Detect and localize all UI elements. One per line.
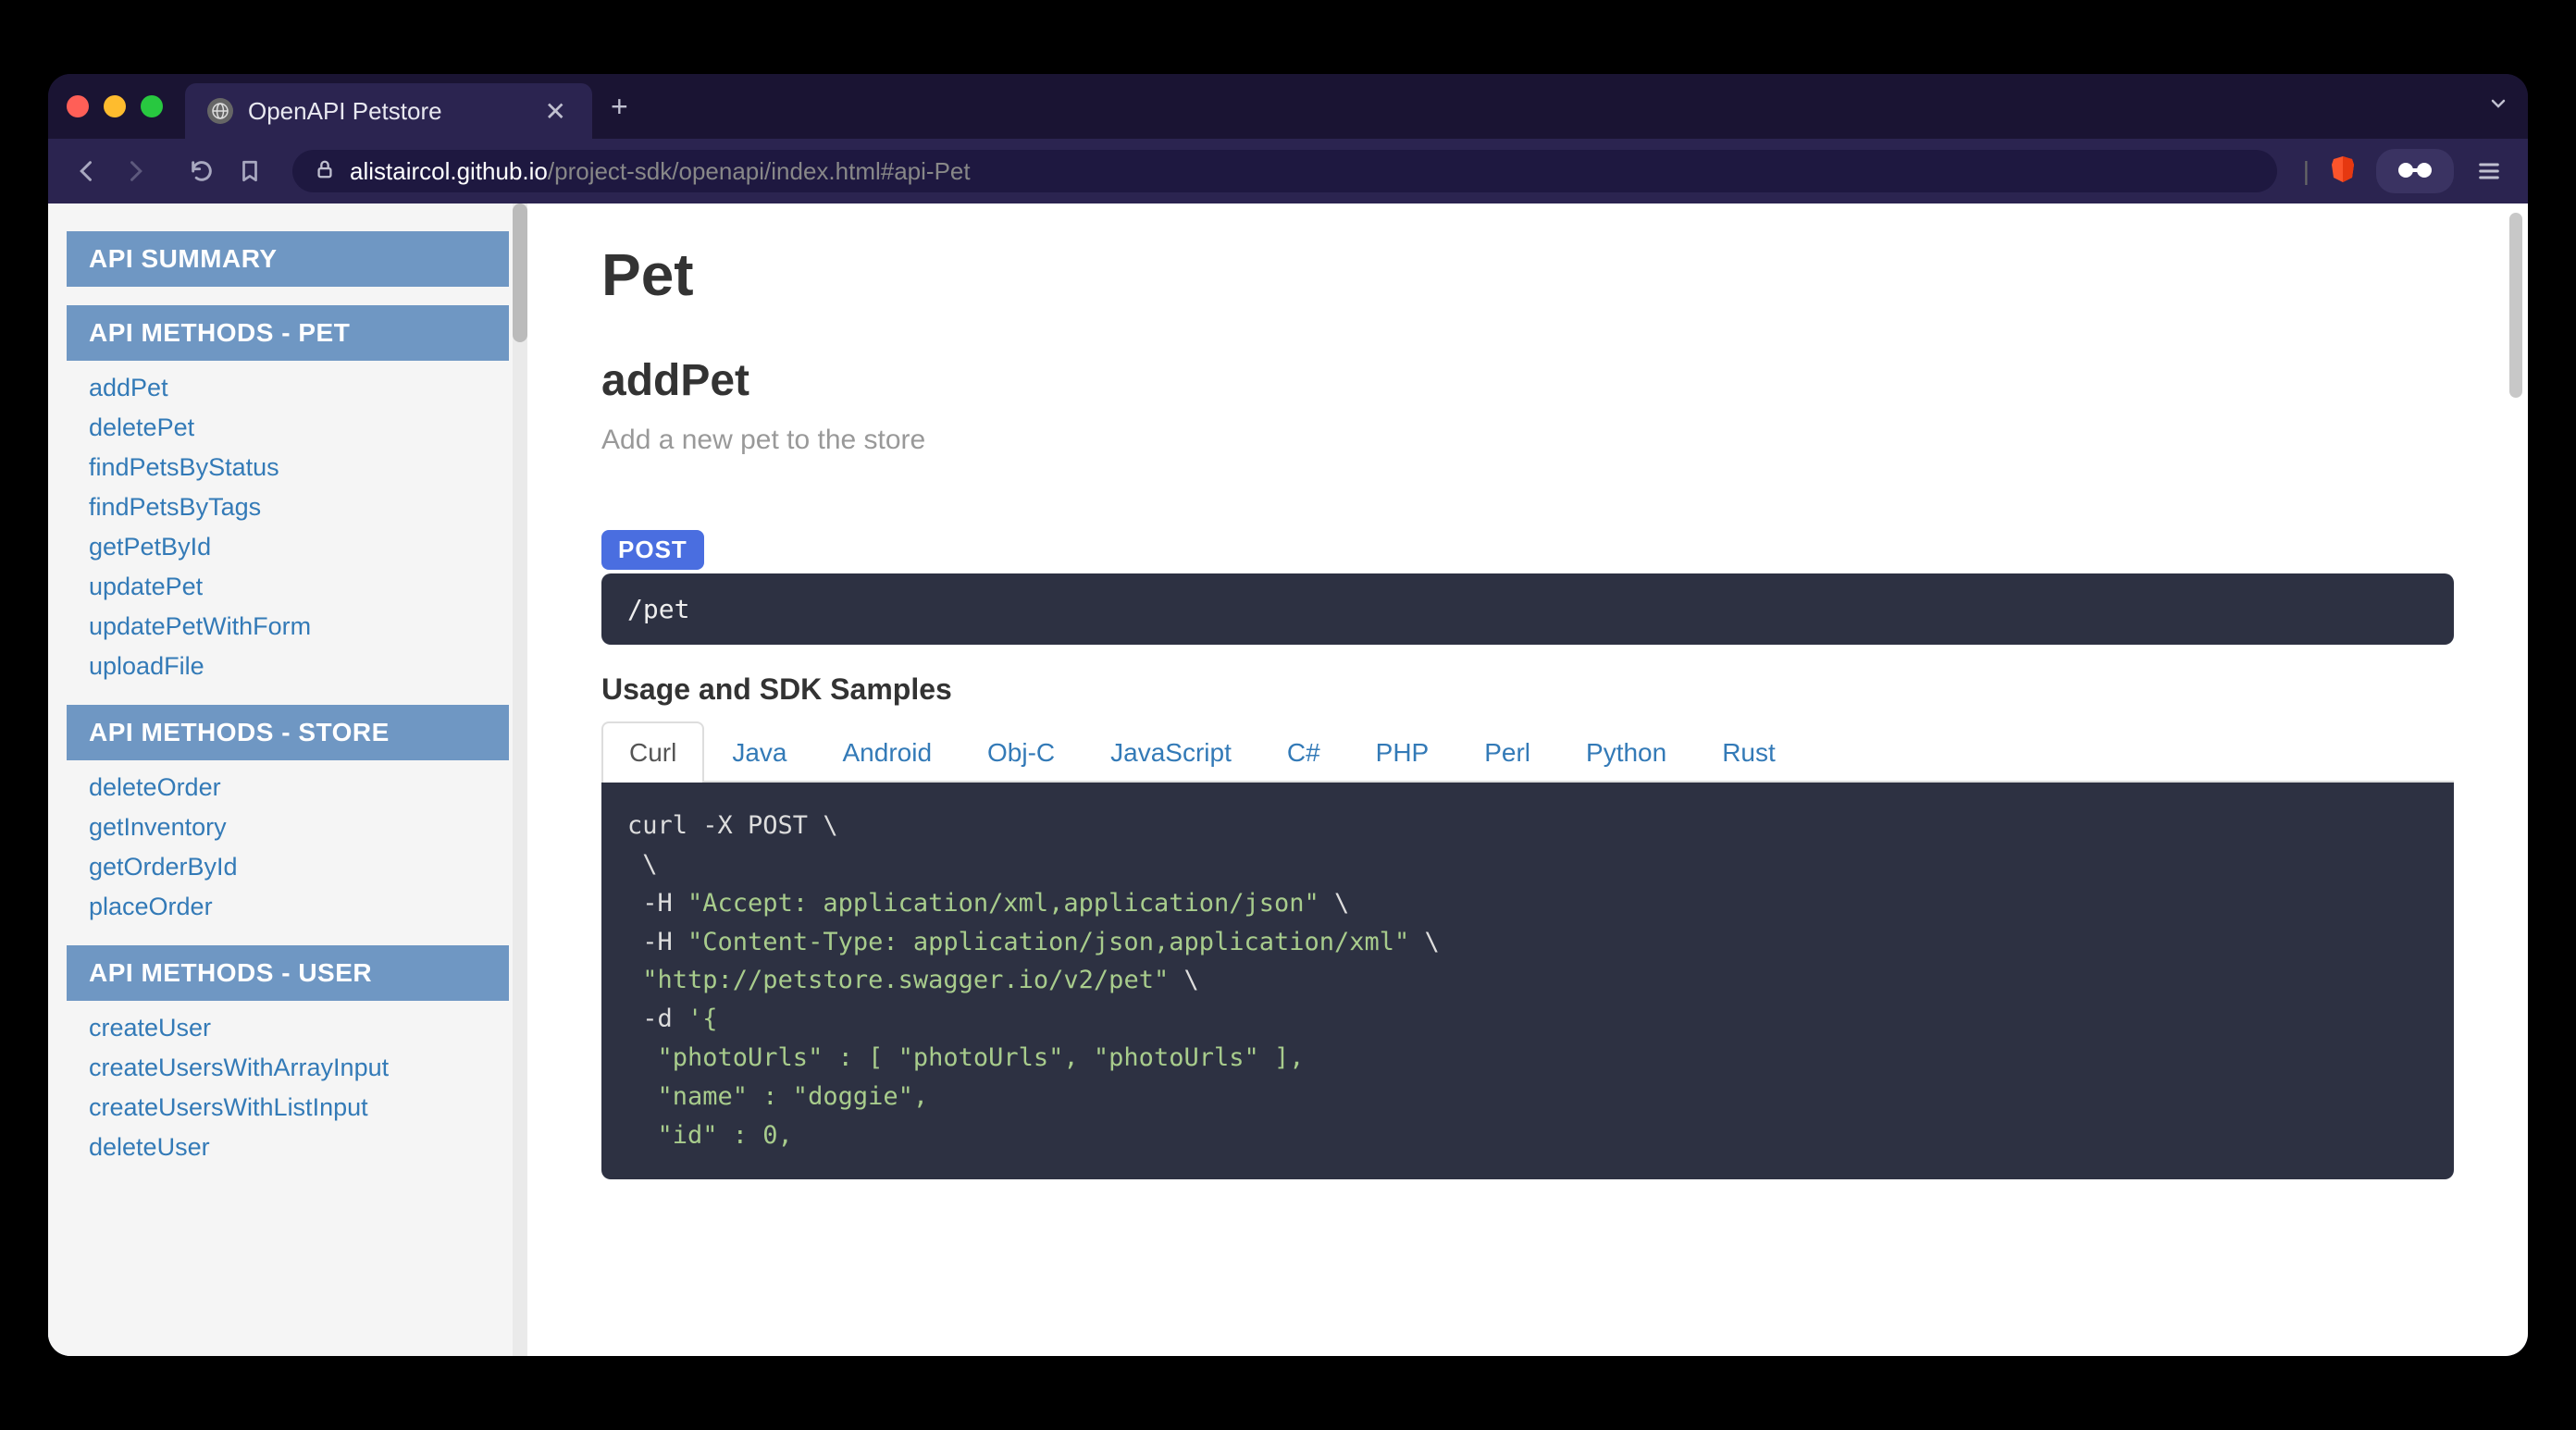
sidebar-scrollbar[interactable] <box>513 203 527 1356</box>
sidebar[interactable]: API SUMMARY API METHODS - PET addPet del… <box>48 203 527 1356</box>
forward-button[interactable] <box>118 154 152 188</box>
sidebar-item[interactable]: uploadFile <box>67 647 509 686</box>
bookmark-button[interactable] <box>233 154 266 188</box>
main-content[interactable]: Pet addPet Add a new pet to the store PO… <box>527 203 2528 1356</box>
sidebar-item[interactable]: createUser <box>67 1008 509 1048</box>
sidebar-item[interactable]: addPet <box>67 368 509 408</box>
new-tab-button[interactable]: + <box>611 90 628 124</box>
code-tabs: Curl Java Android Obj-C JavaScript C# PH… <box>601 721 2454 783</box>
http-method-badge: POST <box>601 530 704 570</box>
browser-tab[interactable]: OpenAPI Petstore ✕ <box>185 83 592 139</box>
browser-window: OpenAPI Petstore ✕ + alistaircol.github.… <box>48 74 2528 1356</box>
sidebar-item[interactable]: getPetById <box>67 527 509 567</box>
browser-toolbar: alistaircol.github.io/project-sdk/openap… <box>48 139 2528 203</box>
glasses-icon <box>2395 156 2435 186</box>
titlebar: OpenAPI Petstore ✕ + <box>48 74 2528 139</box>
code-tab-rust[interactable]: Rust <box>1694 721 1803 783</box>
page-content: API SUMMARY API METHODS - PET addPet del… <box>48 203 2528 1356</box>
back-button[interactable] <box>70 154 104 188</box>
code-sample: curl -X POST \ \ -H "Accept: application… <box>601 783 2454 1179</box>
code-tab-python[interactable]: Python <box>1558 721 1694 783</box>
sidebar-item[interactable]: updatePet <box>67 567 509 607</box>
sidebar-item[interactable]: findPetsByTags <box>67 487 509 527</box>
code-tab-objc[interactable]: Obj-C <box>960 721 1083 783</box>
sidebar-item[interactable]: findPetsByStatus <box>67 448 509 487</box>
lock-icon <box>315 159 335 184</box>
sidebar-item[interactable]: updatePetWithForm <box>67 607 509 647</box>
tabs-dropdown-icon[interactable] <box>2487 92 2509 121</box>
sidebar-items-store: deleteOrder getInventory getOrderById pl… <box>67 768 509 927</box>
sidebar-item[interactable]: createUsersWithArrayInput <box>67 1048 509 1088</box>
window-minimize-button[interactable] <box>104 95 126 117</box>
tab-close-icon[interactable]: ✕ <box>541 96 570 127</box>
traffic-lights <box>67 95 163 117</box>
window-maximize-button[interactable] <box>141 95 163 117</box>
address-bar[interactable]: alistaircol.github.io/project-sdk/openap… <box>292 150 2277 192</box>
endpoint-path: /pet <box>601 573 2454 645</box>
sidebar-item[interactable]: getOrderById <box>67 847 509 887</box>
sidebar-item[interactable]: placeOrder <box>67 887 509 927</box>
sidebar-header-pet[interactable]: API METHODS - PET <box>67 305 509 361</box>
sidebar-header-store[interactable]: API METHODS - STORE <box>67 705 509 760</box>
sidebar-scrollthumb[interactable] <box>513 203 527 342</box>
sidebar-item[interactable]: getInventory <box>67 807 509 847</box>
method-description: Add a new pet to the store <box>601 425 2454 456</box>
sidebar-items-user: createUser createUsersWithArrayInput cre… <box>67 1008 509 1167</box>
sidebar-items-pet: addPet deletePet findPetsByStatus findPe… <box>67 368 509 686</box>
sidebar-item[interactable]: deleteOrder <box>67 768 509 807</box>
sidebar-item[interactable]: deleteUser <box>67 1128 509 1167</box>
tab-favicon <box>207 98 233 124</box>
samples-title: Usage and SDK Samples <box>601 672 2454 707</box>
sidebar-item[interactable]: createUsersWithListInput <box>67 1088 509 1128</box>
private-mode-indicator[interactable] <box>2376 149 2454 193</box>
window-close-button[interactable] <box>67 95 89 117</box>
toolbar-separator: | <box>2303 156 2310 186</box>
sidebar-header-user[interactable]: API METHODS - USER <box>67 945 509 1001</box>
reload-button[interactable] <box>185 154 218 188</box>
url-text: alistaircol.github.io/project-sdk/openap… <box>350 157 971 186</box>
brave-shield-icon[interactable] <box>2328 154 2358 189</box>
code-tab-csharp[interactable]: C# <box>1259 721 1348 783</box>
sidebar-header-summary[interactable]: API SUMMARY <box>67 231 509 287</box>
code-tab-php[interactable]: PHP <box>1348 721 1457 783</box>
code-tab-javascript[interactable]: JavaScript <box>1083 721 1259 783</box>
tab-title: OpenAPI Petstore <box>248 97 526 126</box>
code-tab-java[interactable]: Java <box>704 721 814 783</box>
page-title: Pet <box>601 240 2454 309</box>
method-title: addPet <box>601 355 2454 406</box>
main-scrollbar[interactable] <box>2509 213 2522 398</box>
menu-button[interactable] <box>2472 154 2506 188</box>
sidebar-item[interactable]: deletePet <box>67 408 509 448</box>
toolbar-right: | <box>2303 149 2506 193</box>
code-tab-curl[interactable]: Curl <box>601 721 704 783</box>
code-tab-perl[interactable]: Perl <box>1456 721 1558 783</box>
code-tab-android[interactable]: Android <box>815 721 960 783</box>
